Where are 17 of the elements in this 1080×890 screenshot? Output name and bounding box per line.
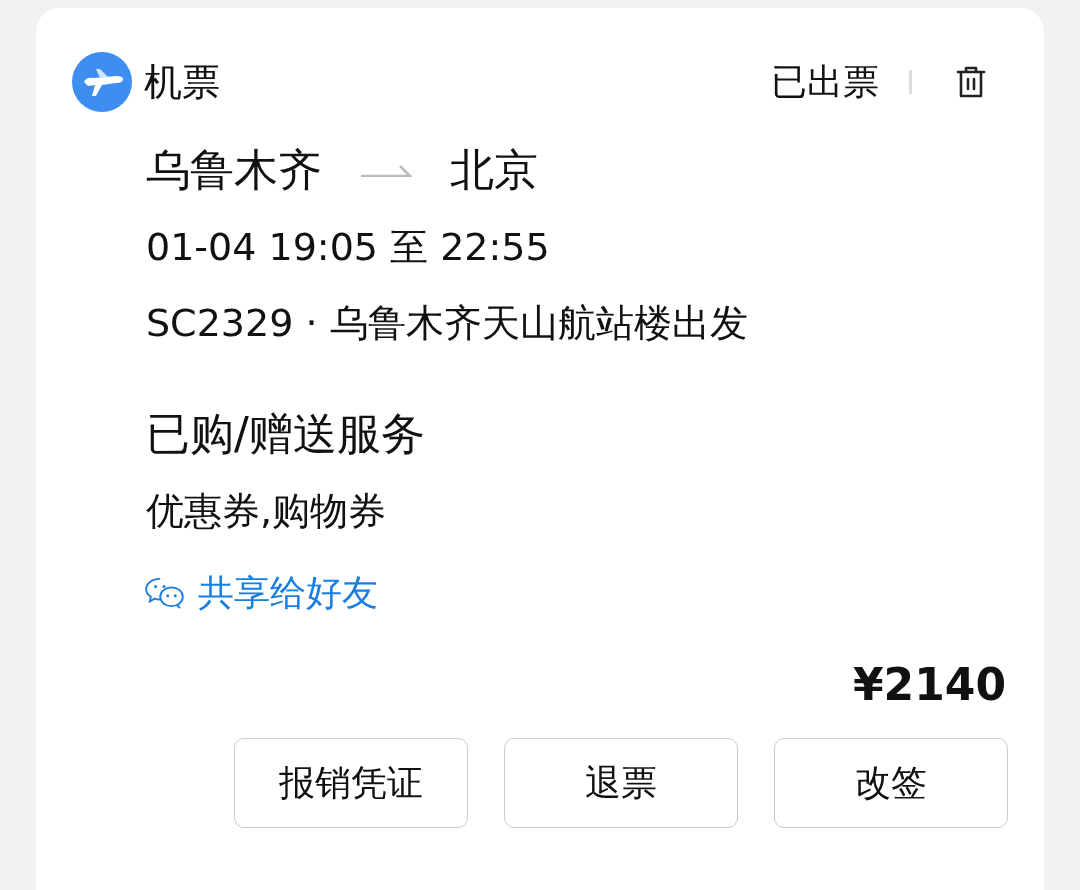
flight-time: 01-04 19:05 至 22:55 [146, 224, 551, 271]
action-button[interactable]: 退票 [504, 738, 738, 828]
chat-icon [144, 577, 184, 609]
departure-city: 乌鲁木齐 [146, 142, 322, 197]
ticket-status: 已出票 [771, 59, 879, 104]
arrival-city: 北京 [450, 142, 538, 197]
services-list: 优惠券,购物券 [146, 477, 1006, 545]
ticket-price: ¥2140 [851, 659, 1006, 710]
delete-icon[interactable] [956, 65, 986, 99]
action-button[interactable]: 改签 [774, 738, 1008, 828]
share-link[interactable]: 共享给好友 [144, 563, 1006, 623]
airplane-icon [72, 52, 132, 112]
category-title: 机票 [144, 58, 220, 106]
flight-info: SC2329 · 乌鲁木齐天山航站楼出发 [146, 300, 749, 347]
share-label[interactable]: 共享给好友 [198, 568, 378, 618]
action-button[interactable]: 报销凭证 [234, 738, 468, 828]
services-heading: 已购/赠送服务 [146, 407, 426, 461]
